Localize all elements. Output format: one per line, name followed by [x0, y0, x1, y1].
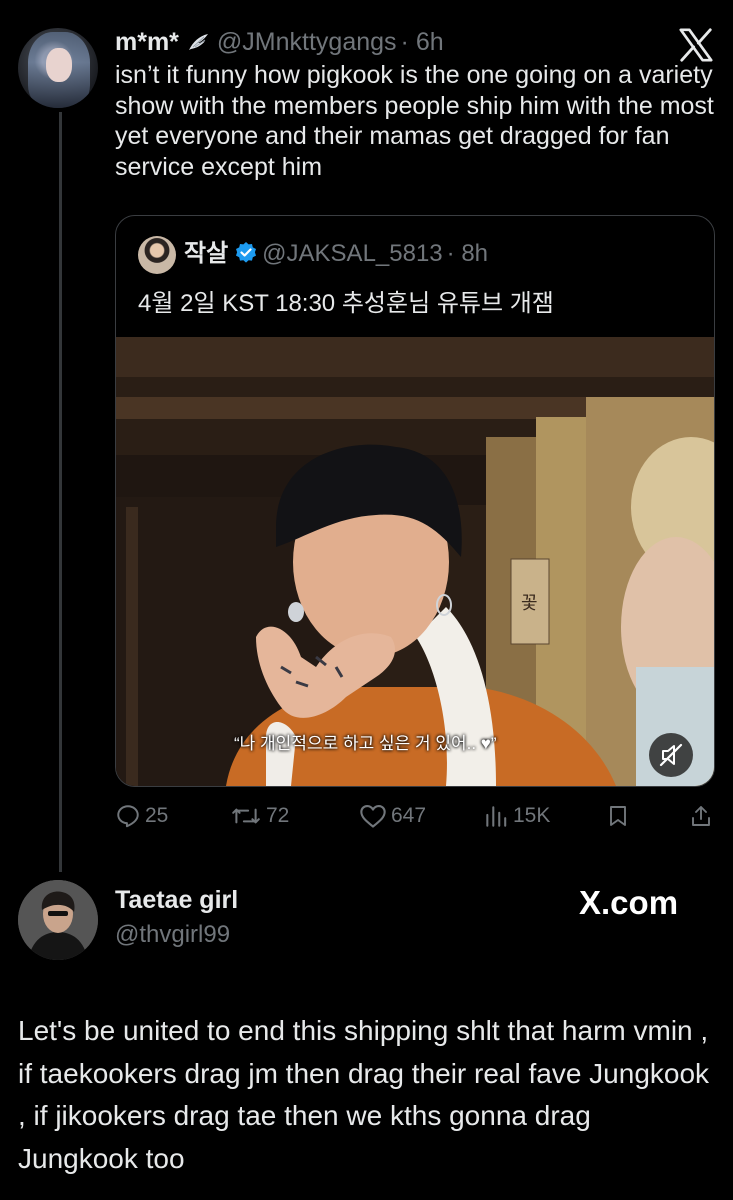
avatar[interactable] [18, 28, 98, 108]
view-count: 15K [513, 804, 551, 827]
reply-count: 25 [145, 804, 169, 827]
wing-icon [188, 34, 208, 50]
mute-button[interactable] [649, 733, 693, 777]
display-name[interactable]: Taetae girl [115, 886, 238, 915]
verified-badge-icon [236, 242, 257, 263]
share-icon [692, 806, 710, 826]
avatar[interactable] [138, 236, 176, 274]
bookmark-button[interactable] [606, 803, 634, 829]
heart-icon [360, 805, 386, 828]
views-button[interactable]: 15K [483, 803, 550, 829]
display-name[interactable]: 작살 [184, 240, 228, 267]
bookmark-icon [610, 806, 626, 826]
timestamp[interactable]: · 8h [447, 240, 488, 267]
quoted-tweet-text: 4월 2일 KST 18:30 추성훈님 유튜브 개잼 [138, 290, 554, 317]
tweet-actions: 25 72 647 15K [115, 803, 720, 837]
reply-icon [117, 805, 139, 828]
video-player[interactable]: 꽃 “나 개인적으로 하고 싶은 거 있어.. ♥” [116, 337, 714, 786]
user-handle[interactable]: @JAKSAL_5813 [262, 240, 442, 267]
like-button[interactable]: 647 [359, 803, 426, 829]
x-logo-icon [679, 28, 713, 62]
tweet-text: Let's be united to end this shipping shl… [18, 1015, 710, 1174]
quoted-tweet[interactable]: 작살 @JAKSAL_5813 · 8h 4월 2일 KST 18:30 추성훈님 … [115, 215, 715, 787]
views-icon [486, 806, 507, 827]
retweet-count: 72 [266, 804, 290, 827]
muted-speaker-icon [659, 743, 683, 767]
tweet-text: isn’t it funny how pigkook is the one go… [115, 61, 714, 181]
retweet-icon [232, 808, 260, 824]
thread-line [59, 112, 62, 872]
timestamp[interactable]: · 6h [401, 28, 444, 56]
user-handle[interactable]: @JMnkttygangs [217, 28, 397, 56]
x-com-brand: X.com [579, 884, 679, 921]
quoted-tweet-header: 작살 @JAKSAL_5813 · 8h [184, 238, 488, 270]
video-frame: 꽃 [116, 337, 714, 786]
retweet-button[interactable]: 72 [230, 803, 289, 829]
user-handle[interactable]: @thvgirl99 [115, 921, 230, 949]
avatar[interactable] [18, 880, 98, 960]
reply-button[interactable]: 25 [115, 803, 168, 829]
sign-text: 꽃 [521, 593, 538, 613]
video-caption: “나 개인적으로 하고 싶은 거 있어.. ♥” [234, 734, 497, 753]
display-name[interactable]: m*m* [115, 28, 179, 56]
tweet-header: m*m* @JMnkttygangs · 6h [115, 26, 444, 58]
like-count: 647 [391, 804, 427, 827]
share-button[interactable] [689, 803, 717, 829]
avatar-image [18, 880, 98, 960]
